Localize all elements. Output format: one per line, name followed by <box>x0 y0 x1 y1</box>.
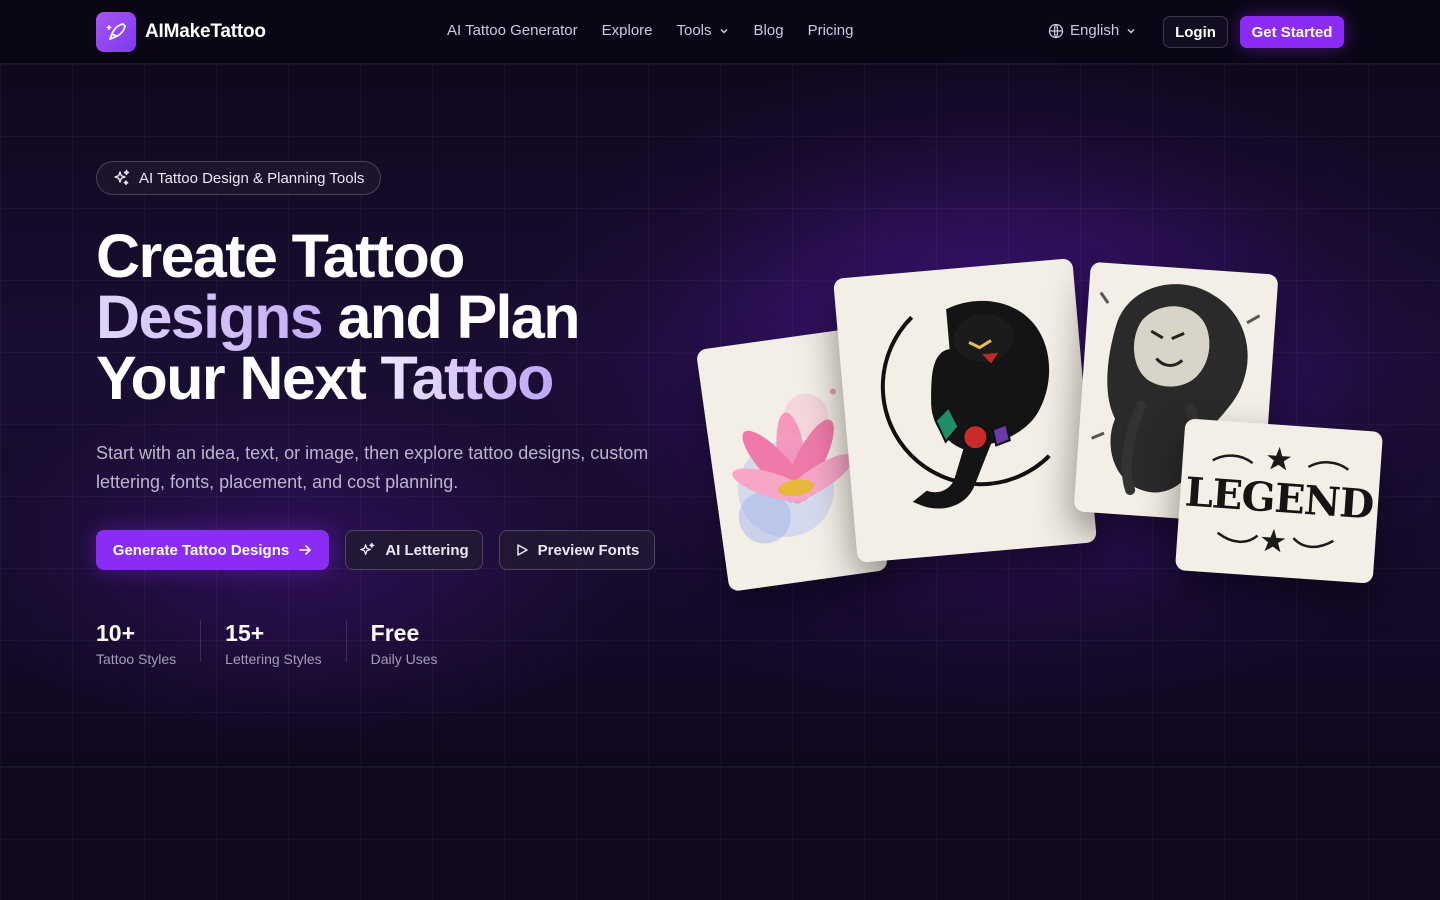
headline-line-1: Create Tattoo <box>96 222 465 290</box>
generate-button-label: Generate Tattoo Designs <box>112 541 290 559</box>
hero-badge: AI Tattoo Design & Planning Tools <box>96 161 382 195</box>
nav-tools[interactable]: Tools <box>677 22 730 39</box>
hero-badge-label: AI Tattoo Design & Planning Tools <box>139 169 365 187</box>
stat-label: Tattoo Styles <box>96 651 177 667</box>
stat-daily-uses: Free Daily Uses <box>370 620 462 667</box>
stat-value: 10+ <box>96 620 136 646</box>
sparkles-icon <box>114 169 130 186</box>
nav-explore[interactable]: Explore <box>602 22 653 39</box>
ai-lettering-label: AI Lettering <box>385 541 469 559</box>
nav-ai-tattoo-generator[interactable]: AI Tattoo Generator <box>447 22 578 39</box>
play-icon <box>516 544 528 556</box>
stat-value: Free <box>370 620 420 646</box>
headline-highlight-designs: Designs <box>96 283 324 351</box>
brand-name: AIMakeTattoo <box>145 21 266 42</box>
language-selector[interactable]: English <box>1048 22 1137 39</box>
brand-logo[interactable]: AIMakeTattoo <box>96 12 266 52</box>
nav-blog[interactable]: Blog <box>754 22 784 39</box>
main-nav: AI Tattoo Generator Explore Tools Blog P… <box>447 22 853 39</box>
stat-label: Lettering Styles <box>225 651 322 667</box>
chevron-down-icon <box>1127 28 1135 34</box>
login-button[interactable]: Login <box>1163 16 1228 48</box>
panther-moon-illustration <box>880 300 1051 509</box>
stat-label: Daily Uses <box>370 651 438 667</box>
nav-tools-label: Tools <box>676 22 712 39</box>
panther-moon-card <box>833 258 1097 563</box>
stat-value: 15+ <box>225 620 265 646</box>
next-section <box>0 766 1440 900</box>
top-navbar: AIMakeTattoo AI Tattoo Generator Explore… <box>0 0 1440 64</box>
headline-line-2: and Plan <box>322 283 580 351</box>
headline-line-3: Your Next <box>96 344 381 412</box>
headline-highlight-tattoo: Tattoo <box>380 344 555 412</box>
stat-tattoo-styles: 10+ Tattoo Styles <box>96 620 202 667</box>
legend-lettering-card: LEGEND <box>1174 418 1384 584</box>
globe-icon <box>1048 23 1064 38</box>
arrow-right-icon <box>299 545 312 555</box>
hero-subtitle: Start with an idea, text, or image, then… <box>96 443 649 492</box>
sparkles-icon <box>360 542 375 555</box>
stat-lettering-styles: 15+ Lettering Styles <box>225 620 347 667</box>
hero-stats: 10+ Tattoo Styles 15+ Lettering Styles F… <box>96 620 486 667</box>
get-started-button[interactable]: Get Started <box>1240 16 1344 48</box>
nav-pricing[interactable]: Pricing <box>808 22 854 39</box>
generate-tattoo-designs-button[interactable]: Generate Tattoo Designs <box>96 530 329 570</box>
hero-headline: Create Tattoo Designs and Plan Your Next… <box>96 226 696 409</box>
preview-fonts-label: Preview Fonts <box>537 541 640 559</box>
preview-fonts-button[interactable]: Preview Fonts <box>499 530 655 570</box>
quill-sparkle-icon <box>96 12 136 52</box>
language-label: English <box>1070 22 1120 39</box>
ai-lettering-button[interactable]: AI Lettering <box>345 530 483 570</box>
chevron-down-icon <box>720 28 728 34</box>
